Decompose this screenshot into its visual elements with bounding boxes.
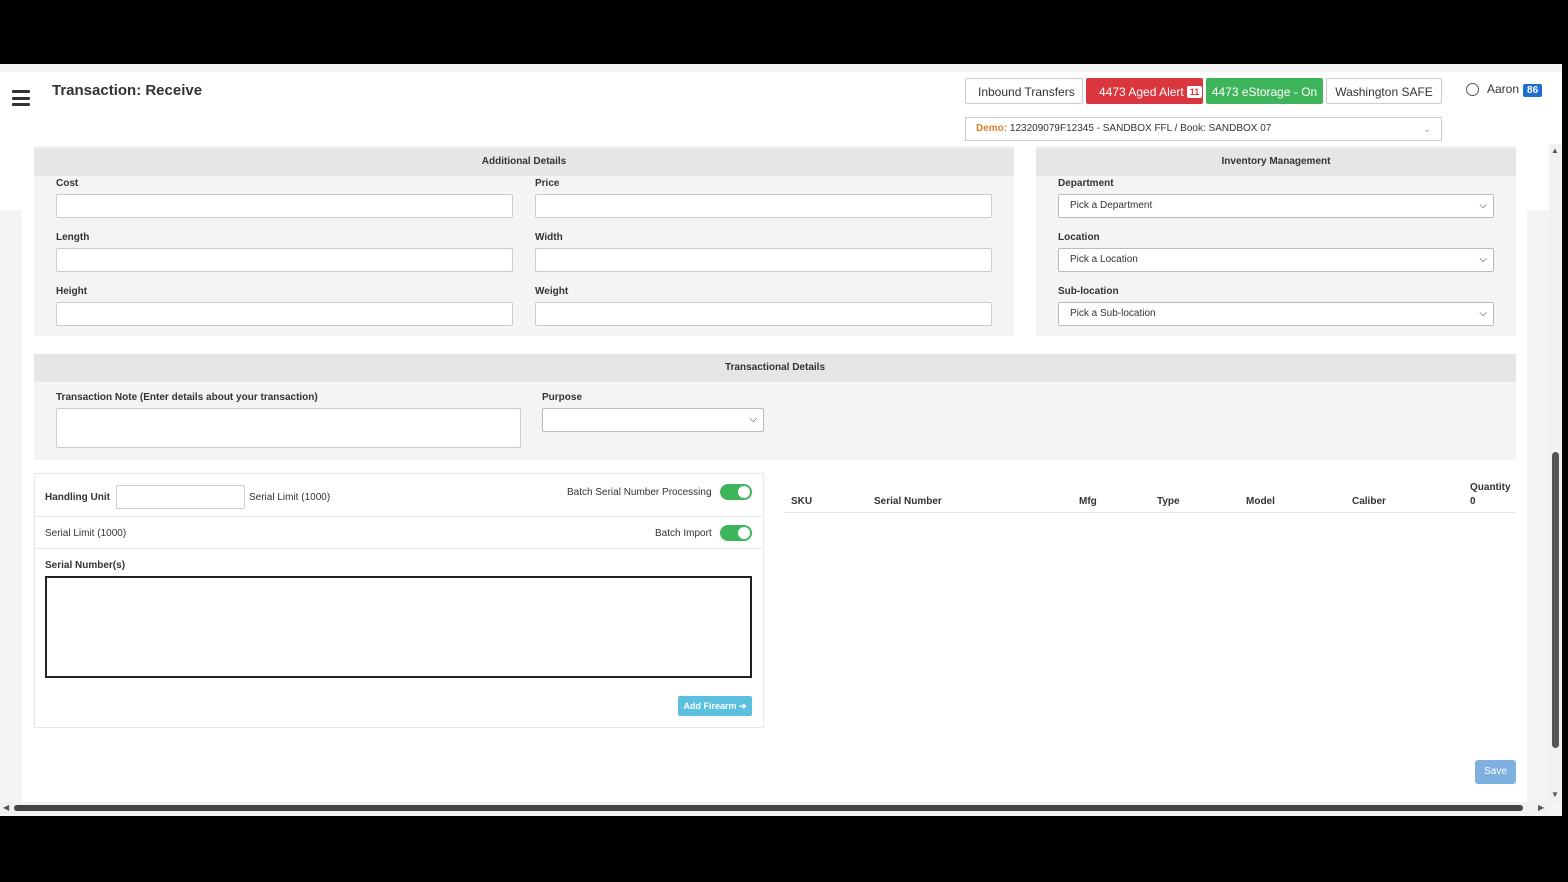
- scroll-right-icon[interactable]: ▶: [1538, 803, 1544, 812]
- column-quantity[interactable]: Quantity: [1470, 482, 1511, 493]
- page-title: Transaction: Receive: [52, 82, 203, 99]
- serial-limit-text-2: Serial Limit (1000): [45, 528, 127, 539]
- aged-alert-button[interactable]: 4473 Aged Alert 11: [1086, 78, 1203, 104]
- sublocation-select-value: Pick a Sub-location: [1070, 308, 1156, 319]
- column-sku[interactable]: SKU: [791, 496, 812, 507]
- serial-limit-text: Serial Limit (1000): [249, 492, 331, 503]
- scroll-down-icon[interactable]: ▼: [1551, 790, 1559, 799]
- estorage-button[interactable]: 4473 eStorage - On: [1206, 78, 1323, 104]
- department-select[interactable]: Pick a Department ⌵: [1058, 194, 1494, 218]
- transaction-note-hint: (Enter details about your transaction): [139, 392, 318, 403]
- price-input[interactable]: [535, 194, 992, 218]
- location-select[interactable]: Pick a Location ⌵: [1058, 248, 1494, 272]
- horizontal-scroll-thumb[interactable]: [14, 805, 1523, 811]
- chevron-down-icon: ⌵: [1479, 254, 1487, 265]
- user-menu[interactable]: Aaron 86: [1466, 82, 1543, 97]
- user-icon: [1466, 83, 1479, 96]
- sublocation-label: Sub-location: [1058, 286, 1119, 297]
- handling-unit-label: Handling Unit: [45, 492, 110, 503]
- cost-input[interactable]: [56, 194, 513, 218]
- chevron-down-icon: ⌄: [1423, 124, 1431, 134]
- batch-serial-toggle[interactable]: [720, 484, 752, 500]
- department-label: Department: [1058, 178, 1114, 189]
- serial-numbers-label: Serial Number(s): [45, 560, 126, 571]
- inbound-transfers-button[interactable]: Inbound Transfers: [965, 78, 1083, 104]
- chevron-down-icon: ⌵: [749, 414, 757, 425]
- quantity-total: 0: [1470, 496, 1476, 507]
- sublocation-select[interactable]: Pick a Sub-location ⌵: [1058, 302, 1494, 326]
- serial-numbers-textarea[interactable]: [45, 576, 752, 678]
- height-label: Height: [56, 286, 88, 297]
- department-select-value: Pick a Department: [1070, 200, 1153, 211]
- height-input[interactable]: [56, 302, 513, 326]
- location-select-value: Pick a Location: [1070, 254, 1138, 265]
- aged-alert-count: 11: [1186, 86, 1203, 98]
- ffl-book-select[interactable]: Demo: 123209079F12345 - SANDBOX FFL / Bo…: [965, 117, 1442, 141]
- transaction-note-title: Transaction Note: [56, 392, 138, 403]
- add-firearm-button[interactable]: Add Firearm ➔: [678, 696, 752, 716]
- purpose-select[interactable]: ⌵: [542, 408, 764, 432]
- batch-serial-label: Batch Serial Number Processing: [567, 487, 712, 498]
- aged-alert-label: 4473 Aged Alert: [1099, 85, 1184, 99]
- divider: [35, 548, 762, 549]
- inventory-management-heading: Inventory Management: [1036, 148, 1516, 176]
- horizontal-scrollbar[interactable]: ◀ ▶: [0, 802, 1549, 814]
- length-label: Length: [56, 232, 90, 243]
- table-header-divider: [784, 512, 1516, 513]
- cost-label: Cost: [56, 178, 79, 189]
- vertical-scroll-thumb[interactable]: [1552, 452, 1559, 748]
- length-input[interactable]: [56, 248, 513, 272]
- location-label: Location: [1058, 232, 1100, 243]
- column-mfg[interactable]: Mfg: [1079, 496, 1097, 507]
- width-input[interactable]: [535, 248, 992, 272]
- ffl-demo-prefix: Demo:: [976, 123, 1008, 134]
- column-type[interactable]: Type: [1157, 496, 1180, 507]
- user-badge: 86: [1523, 84, 1543, 97]
- purpose-label: Purpose: [542, 392, 583, 403]
- additional-details-heading: Additional Details: [34, 148, 1014, 176]
- user-name: Aaron: [1487, 82, 1520, 96]
- menu-icon[interactable]: [12, 90, 30, 106]
- transaction-note-textarea[interactable]: [56, 408, 521, 448]
- ffl-select-value: 123209079F12345 - SANDBOX FFL / Book: SA…: [1009, 123, 1272, 134]
- scroll-left-icon[interactable]: ◀: [3, 803, 9, 812]
- price-label: Price: [535, 178, 560, 189]
- washington-safe-button[interactable]: Washington SAFE: [1326, 78, 1442, 104]
- scroll-up-icon[interactable]: ▲: [1551, 146, 1559, 155]
- main-content: Additional Details Cost Price Length Wid…: [22, 146, 1527, 806]
- app-window: Transaction: Receive Inbound Transfers 4…: [0, 64, 1562, 816]
- save-button[interactable]: Save: [1475, 760, 1516, 784]
- divider: [35, 516, 762, 517]
- chevron-down-icon: ⌵: [1479, 308, 1487, 319]
- chevron-down-icon: ⌵: [1479, 200, 1487, 211]
- batch-import-toggle[interactable]: [720, 525, 752, 541]
- weight-input[interactable]: [535, 302, 992, 326]
- batch-import-label: Batch Import: [655, 528, 712, 539]
- column-serial-number[interactable]: Serial Number: [874, 496, 942, 507]
- vertical-scrollbar[interactable]: ▲ ▼: [1549, 144, 1562, 804]
- weight-label: Weight: [535, 286, 569, 297]
- width-label: Width: [535, 232, 563, 243]
- transactional-details-heading: Transactional Details: [34, 354, 1516, 382]
- column-model[interactable]: Model: [1246, 496, 1275, 507]
- transaction-note-label: Transaction Note (Enter details about yo…: [56, 392, 318, 403]
- column-caliber[interactable]: Caliber: [1352, 496, 1386, 507]
- handling-unit-input[interactable]: [116, 485, 245, 509]
